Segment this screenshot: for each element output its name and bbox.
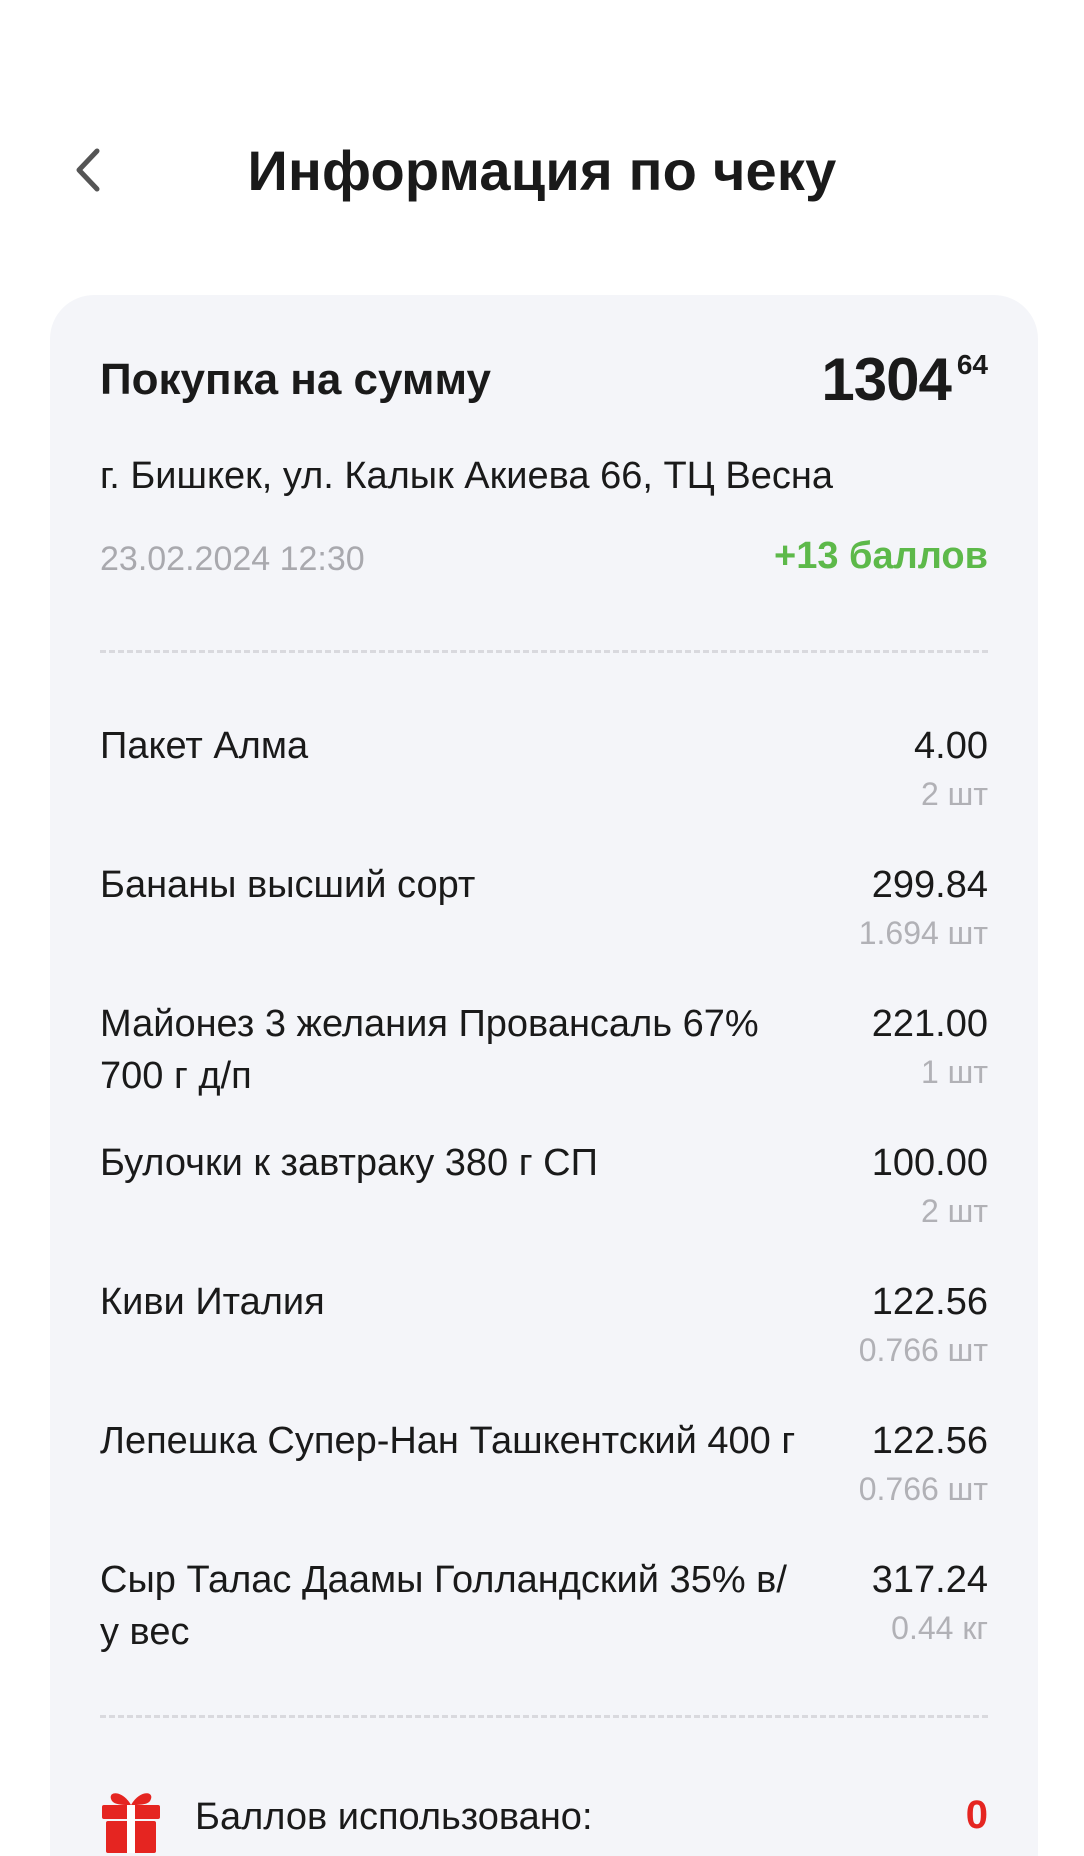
items-list: Пакет Алма 4.00 2 шт Бананы высший сорт … — [100, 720, 988, 1693]
item-name: Сыр Талас Даамы Голландский 35% в/у вес — [100, 1559, 787, 1653]
item-name: Булочки к завтраку 380 г СП — [100, 1142, 598, 1184]
item-price: 4.00 — [914, 725, 988, 767]
item-quantity: 1.694 шт — [858, 915, 988, 951]
item-name: Лепешка Супер-Нан Ташкентский 400 г — [100, 1420, 796, 1462]
purchase-datetime: 23.02.2024 12:30 — [100, 540, 365, 578]
item-price: 122.56 — [871, 1281, 988, 1323]
item-quantity: 0.766 шт — [858, 1471, 988, 1507]
list-item: Сыр Талас Даамы Голландский 35% в/у вес … — [100, 1554, 988, 1693]
points-used-label: Баллов использовано: — [195, 1796, 593, 1838]
points-used-value: 0 — [965, 1793, 988, 1837]
item-quantity: 0.44 кг — [891, 1610, 988, 1646]
purchase-total-integer: 1304 — [821, 346, 951, 413]
list-item: Пакет Алма 4.00 2 шт — [100, 720, 988, 859]
receipt-card: Покупка на сумму 1304 64 г. Бишкек, ул. К… — [50, 295, 1038, 1856]
item-name: Пакет Алма — [100, 725, 309, 767]
purchase-total: 1304 64 — [821, 345, 988, 414]
points-used-row: Баллов использовано: 0 — [100, 1785, 988, 1856]
item-price: 122.56 — [871, 1420, 988, 1462]
list-item: Майонез 3 желания Провансаль 67% 700 г д… — [100, 998, 988, 1137]
list-item: Лепешка Супер-Нан Ташкентский 400 г 122.… — [100, 1415, 988, 1554]
item-price: 221.00 — [871, 1003, 988, 1045]
header: Информация по чеку — [0, 120, 1084, 220]
purchase-total-fraction: 64 — [956, 349, 988, 380]
item-price: 299.84 — [871, 864, 988, 906]
item-price: 317.24 — [871, 1559, 988, 1601]
list-item: Киви Италия 122.56 0.766 шт — [100, 1276, 988, 1415]
item-quantity: 0.766 шт — [858, 1332, 988, 1368]
points-earned: +13 баллов — [774, 535, 988, 577]
store-address: г. Бишкек, ул. Калык Акиева 66, ТЦ Весна — [100, 455, 833, 497]
item-price: 100.00 — [871, 1142, 988, 1184]
divider — [100, 1715, 988, 1718]
item-name: Бананы высший сорт — [100, 864, 476, 906]
divider — [100, 650, 988, 653]
item-name: Киви Италия — [100, 1281, 325, 1323]
list-item: Булочки к завтраку 380 г СП 100.00 2 шт — [100, 1137, 988, 1276]
list-item: Бананы высший сорт 299.84 1.694 шт — [100, 859, 988, 998]
gift-icon — [102, 1793, 160, 1853]
item-name: Майонез 3 желания Провансаль 67% 700 г д… — [100, 1003, 759, 1097]
purchase-label: Покупка на сумму — [100, 355, 491, 404]
item-quantity: 2 шт — [920, 776, 988, 812]
page-title: Информация по чеку — [247, 139, 837, 202]
receipt-info-screen: Информация по чеку Покупка на сумму 1304… — [0, 0, 1084, 1856]
item-quantity: 2 шт — [920, 1193, 988, 1229]
item-quantity: 1 шт — [920, 1054, 988, 1090]
